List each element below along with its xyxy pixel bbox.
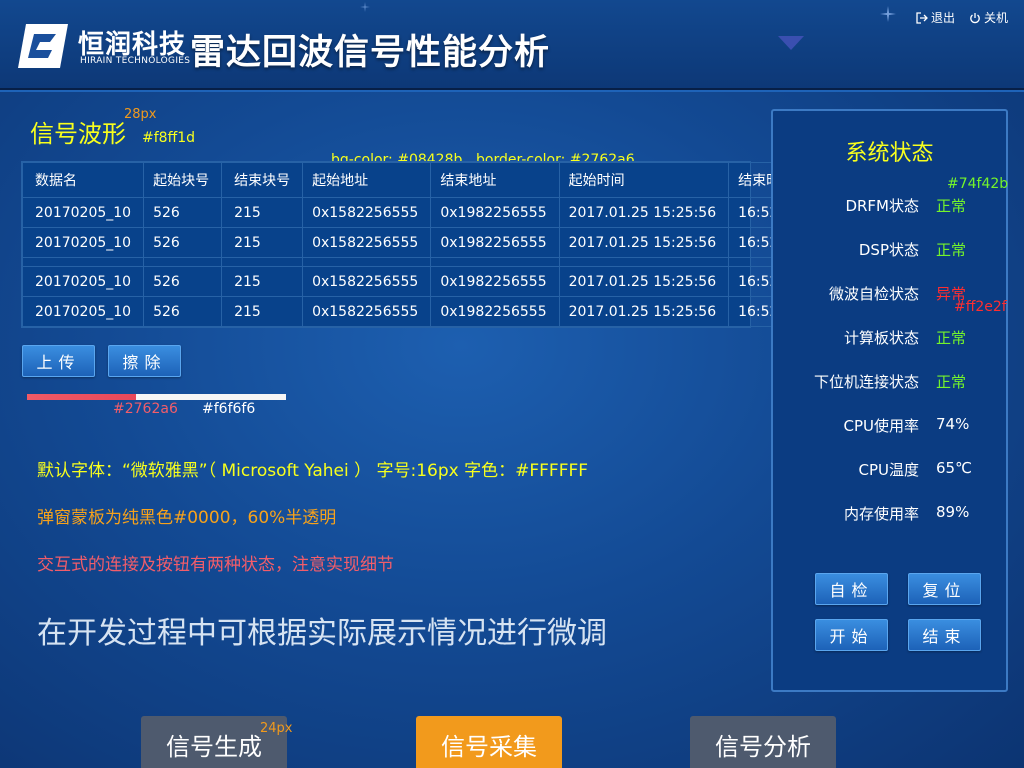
- signal-data-table: 数据名 起始块号 结束块号 起始地址 结束地址 起始时间 结束时间 201702…: [21, 161, 814, 328]
- reset-button[interactable]: 复位: [908, 573, 981, 605]
- table-row[interactable]: 20170205_10 526 215 0x1582256555 0x19822…: [21, 296, 814, 327]
- table-cell: 2017.01.25 15:25:56: [558, 197, 730, 228]
- company-logo-icon: [18, 24, 68, 68]
- column-header: 结束块号: [221, 162, 304, 198]
- state-spec-note: 交互式的连接及按钮有两种状态，注意实现细节: [37, 555, 394, 575]
- column-header: 数据名: [21, 162, 145, 198]
- table-cell: 0x1582256555: [302, 266, 432, 297]
- adjust-note: 在开发过程中可根据实际展示情况进行微调: [37, 616, 607, 651]
- selfcheck-button[interactable]: 自检: [815, 573, 888, 605]
- system-status-panel: 系统状态 DRFM状态 正常 DSP状态 正常 微波自检状态 异常 计算板状态 …: [771, 109, 1008, 692]
- logout-label: 退出: [931, 11, 956, 25]
- tab-signal-analysis[interactable]: 信号分析: [690, 716, 836, 768]
- status-value-drfm: 正常: [936, 197, 967, 215]
- stop-button[interactable]: 结束: [908, 619, 981, 651]
- app-title: 雷达回波信号性能分析: [190, 33, 551, 73]
- table-cell: 20170205_10: [21, 227, 145, 258]
- status-label-drfm: DRFM状态: [845, 197, 919, 215]
- logout-button[interactable]: 退出: [916, 9, 955, 26]
- status-panel-title: 系统状态: [845, 141, 934, 166]
- table-row[interactable]: 20170205_10 526 215 0x1582256555 0x19822…: [21, 197, 814, 228]
- status-value-lower-machine: 正常: [936, 373, 967, 391]
- table-cell: 20170205_10: [21, 296, 145, 327]
- status-value-memory: 89%: [936, 503, 970, 521]
- status-label-compute-board: 计算板状态: [843, 329, 919, 347]
- column-header: 起始块号: [143, 162, 223, 198]
- status-value-compute-board: 正常: [936, 329, 967, 347]
- table-cell: 0x1982256555: [430, 296, 560, 327]
- sparkle-icon: [880, 6, 896, 22]
- progress-bar-fill: [27, 394, 136, 400]
- start-button[interactable]: 开始: [815, 619, 888, 651]
- font-spec-note: 默认字体：“微软雅黑”（ Microsoft Yahei ） 字号:16px 字…: [37, 461, 589, 481]
- column-header: 起始地址: [302, 162, 432, 198]
- table-cell: 2017.01.25 15:25:56: [558, 227, 730, 258]
- table-cell: 526: [143, 296, 223, 327]
- power-icon: [970, 12, 980, 23]
- progress-bar: [27, 394, 286, 400]
- table-header-row: 数据名 起始块号 结束块号 起始地址 结束地址 起始时间 结束时间: [21, 162, 814, 198]
- sparkle-icon: [360, 2, 370, 12]
- status-value-dsp: 正常: [936, 241, 967, 259]
- table-cell: 0x1982256555: [430, 266, 560, 297]
- progress-fill-annotation: #2762a6: [113, 401, 178, 417]
- shutdown-button[interactable]: 关机: [969, 9, 1008, 26]
- app-header: 恒润科技 HIRAIN TECHNOLOGIES 雷达回波信号性能分析 退出 关…: [0, 0, 1024, 90]
- table-cell: 215: [221, 197, 304, 228]
- title-color-annotation: #f8ff1d: [142, 130, 196, 146]
- table-cell: 0x1582256555: [302, 197, 432, 228]
- table-cell: 2017.01.25 15:25:56: [558, 266, 730, 297]
- decoration-triangle-icon: [778, 36, 804, 50]
- signal-section-title: 信号波形: [30, 120, 126, 148]
- table-cell: 2017.01.25 15:25:56: [558, 296, 730, 327]
- table-cell: 215: [221, 227, 304, 258]
- progress-track-annotation: #f6f6f6: [202, 401, 256, 417]
- column-header: 起始时间: [558, 162, 730, 198]
- table-cell: 526: [143, 197, 223, 228]
- table-cell: 0x1582256555: [302, 227, 432, 258]
- title-size-annotation: 28px: [124, 107, 157, 122]
- column-header: 结束地址: [430, 162, 560, 198]
- table-cell: 0x1982256555: [430, 197, 560, 228]
- table-cell: 526: [143, 266, 223, 297]
- logout-icon: [916, 11, 928, 24]
- status-label-dsp: DSP状态: [858, 241, 919, 259]
- normal-color-annotation: #74f42b: [947, 176, 1009, 192]
- status-value-cpu-usage: 74%: [936, 415, 970, 433]
- table-cell: 20170205_10: [21, 266, 145, 297]
- brand-name-en: HIRAIN TECHNOLOGIES: [80, 56, 191, 66]
- shutdown-label: 关机: [984, 11, 1009, 25]
- table-cell: 0x1982256555: [430, 227, 560, 258]
- status-label-lower-machine: 下位机连接状态: [813, 373, 919, 391]
- table-cell: 0x1582256555: [302, 296, 432, 327]
- status-label-cpu-temp: CPU温度: [858, 461, 920, 479]
- table-cell: 20170205_10: [21, 197, 145, 228]
- upload-button[interactable]: 上传: [22, 345, 95, 377]
- abnormal-color-annotation: #ff2e2f: [954, 299, 1007, 315]
- table-row[interactable]: 20170205_10 526 215 0x1582256555 0x19822…: [21, 266, 814, 297]
- mask-spec-note: 弹窗蒙板为纯黑色#0000，60%半透明: [37, 508, 337, 528]
- tab-signal-acquisition[interactable]: 信号采集: [416, 716, 562, 768]
- table-cell: 215: [221, 296, 304, 327]
- table-cell: 215: [221, 266, 304, 297]
- status-label-memory: 内存使用率: [843, 505, 919, 523]
- status-label-cpu-usage: CPU使用率: [843, 417, 920, 435]
- status-value-cpu-temp: 65℃: [936, 459, 972, 477]
- erase-button[interactable]: 擦除: [108, 345, 181, 377]
- table-spacer-row: [21, 257, 814, 267]
- tab-size-annotation: 24px: [260, 721, 293, 736]
- status-label-microwave: 微波自检状态: [828, 285, 919, 303]
- table-row[interactable]: 20170205_10 526 215 0x1582256555 0x19822…: [21, 227, 814, 258]
- table-cell: 526: [143, 227, 223, 258]
